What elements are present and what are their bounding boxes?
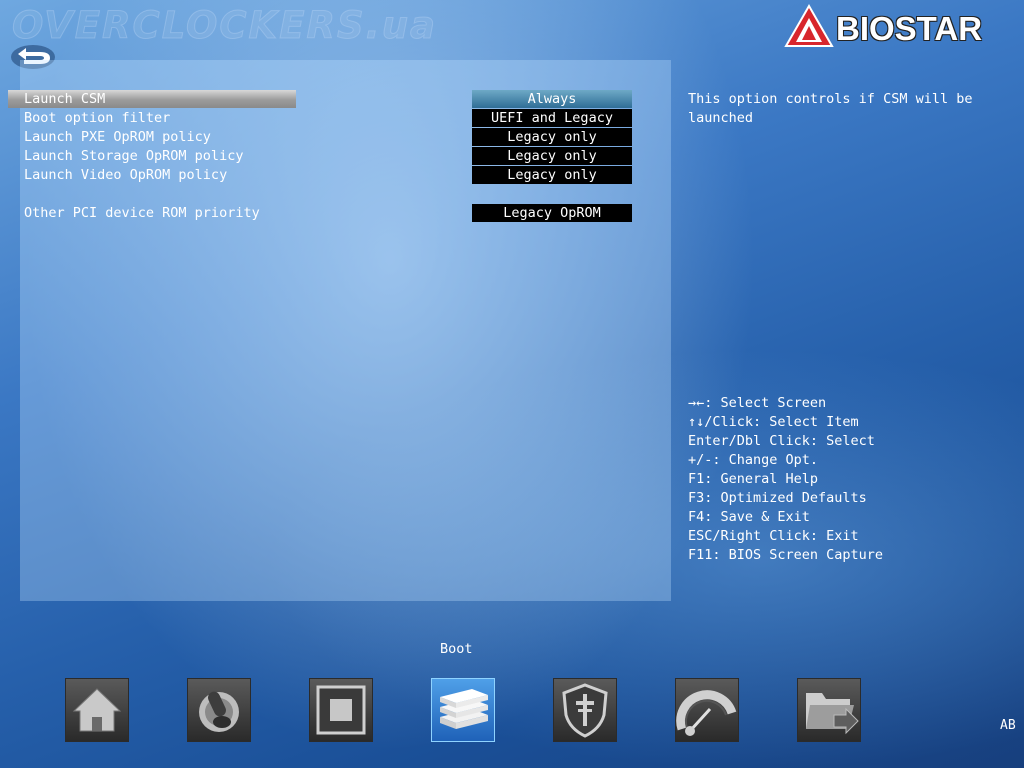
key-hint: +/-: Change Opt. [688,452,819,468]
joystick-icon [199,691,239,732]
nav-save-exit[interactable] [797,678,861,742]
help-line: This option controls if CSM will be [688,91,973,107]
nav-advanced[interactable] [187,678,251,742]
key-hint: ↑↓/Click: Select Item [688,414,859,430]
setting-boot-option-filter[interactable]: Boot option filter [8,109,296,127]
biostar-logo-mark-icon [784,4,834,47]
value-launch-csm[interactable]: Always [472,90,632,108]
value-other-pci-device-rom-priority[interactable]: Legacy OpROM [472,204,632,222]
nav-boot[interactable] [431,678,495,742]
home-icon [72,688,122,732]
current-section-label: Boot [440,641,473,657]
help-line: launched [688,110,754,126]
speedometer-icon [676,690,737,736]
nav-overclocking[interactable] [675,678,739,742]
setting-launch-storage-oprom-policy[interactable]: Launch Storage OpROM policy [8,147,296,165]
value-launch-storage-oprom-policy[interactable]: Legacy only [472,147,632,165]
biostar-logo-text: BIOSTAR [836,10,983,47]
key-hint: Enter/Dbl Click: Select [688,433,875,449]
setting-other-pci-device-rom-priority[interactable]: Other PCI device ROM priority [8,204,296,222]
chip-icon [316,685,366,735]
biostar-logo: BIOSTAR [784,4,1010,48]
key-hint: ESC/Right Click: Exit [688,528,859,544]
value-launch-video-oprom-policy[interactable]: Legacy only [472,166,632,184]
value-boot-option-filter[interactable]: UEFI and Legacy [472,109,632,127]
help-text: This option controls if CSM will be laun… [688,90,1008,128]
value-launch-pxe-oprom-policy[interactable]: Legacy only [472,128,632,146]
setting-launch-pxe-oprom-policy[interactable]: Launch PXE OpROM policy [8,128,296,146]
key-hint: F3: Optimized Defaults [688,490,867,506]
folder-exit-icon [806,693,859,735]
key-hint: →←: Select Screen [688,395,827,411]
key-legend: →←: Select Screen ↑↓/Click: Select Item … [688,394,883,565]
language-indicator: AB [1000,718,1016,733]
key-hint: F1: General Help [688,471,819,487]
key-hint: F4: Save & Exit [688,509,810,525]
nav-main[interactable] [65,678,129,742]
nav-chipset[interactable] [309,678,373,742]
setting-launch-csm[interactable]: Launch CSM [8,90,296,108]
key-hint: F11: BIOS Screen Capture [688,547,884,563]
security-shield-icon [562,683,608,738]
watermark: OVERCLOCKERS.ua [11,4,438,48]
boot-drives-icon [440,689,488,729]
nav-security[interactable] [553,678,617,742]
setting-launch-video-oprom-policy[interactable]: Launch Video OpROM policy [8,166,296,184]
